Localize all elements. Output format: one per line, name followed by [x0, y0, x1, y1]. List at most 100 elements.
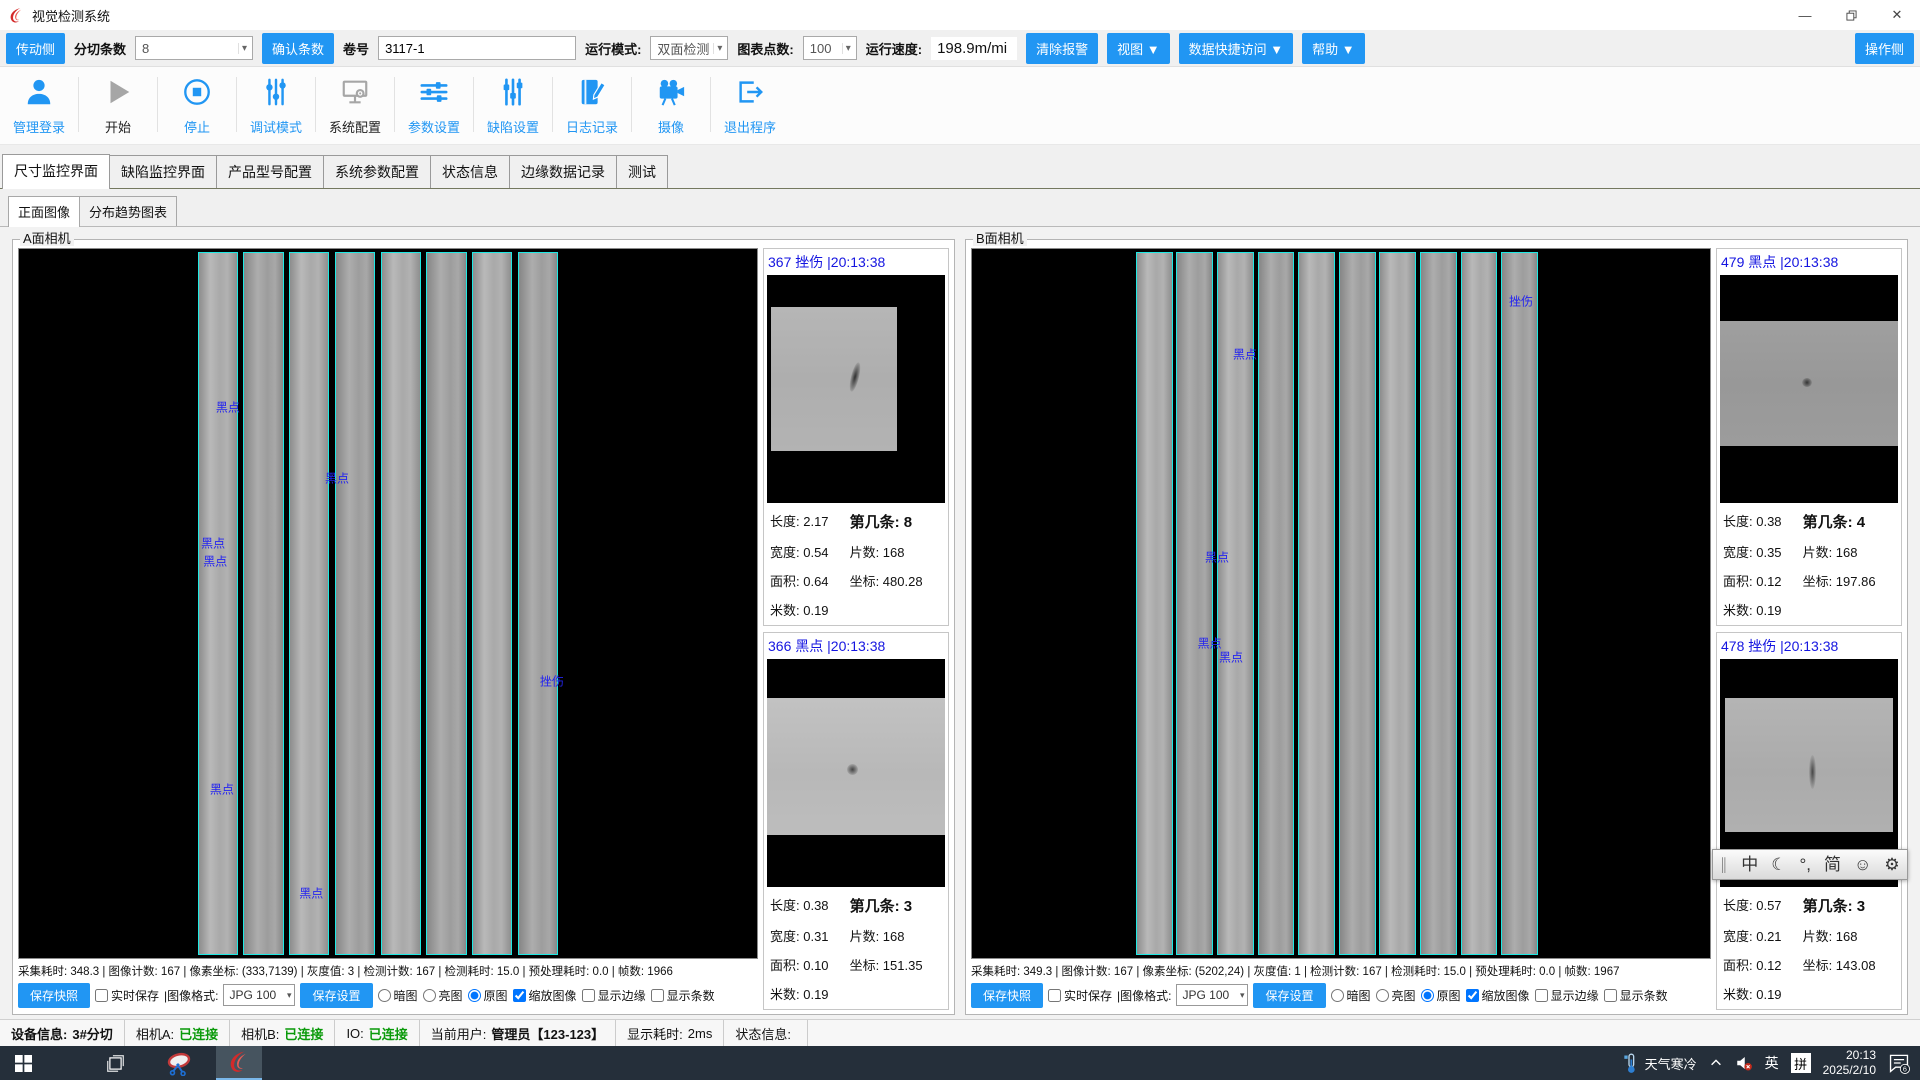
sub-tab-1[interactable]: 正面图像 [8, 196, 80, 227]
tool-defect-settings[interactable]: 缺陷设置 [476, 73, 550, 136]
speaker-muted-icon[interactable] [1735, 1054, 1753, 1072]
tool-stop[interactable]: 停止 [160, 73, 234, 136]
ime-chinese-mode-icon[interactable]: 中 [1741, 856, 1758, 873]
roll-number-input[interactable] [378, 36, 576, 60]
taskbar-clock[interactable]: 20:13 2025/2/10 [1823, 1048, 1876, 1078]
save-settings-button[interactable]: 保存设置 [300, 983, 372, 1008]
defect-snapshot-image[interactable] [767, 275, 945, 503]
tray-expand-icon[interactable] [1709, 1056, 1723, 1070]
defect-annotation: 黑点 [210, 781, 234, 798]
display-option-checkbox-3[interactable]: 显示条数 [1604, 987, 1668, 1004]
defect-stat: 第几条: 3 [1803, 895, 1896, 916]
realtime-save-checkbox-input[interactable] [1048, 989, 1061, 1002]
main-tab-7[interactable]: 测试 [616, 155, 668, 188]
defect-snapshot-image[interactable] [767, 659, 945, 887]
tool-debug-mode[interactable]: 调试模式 [239, 73, 313, 136]
notification-center-icon[interactable]: 6 [1888, 1052, 1910, 1074]
defect-stat: 长度: 0.57 [1723, 895, 1803, 916]
display-option-checkbox-input[interactable] [1466, 989, 1479, 1002]
ime-emoji-icon[interactable]: ☺ [1854, 856, 1871, 873]
display-option-checkbox-input[interactable] [582, 989, 595, 1002]
data-quick-access-button[interactable]: 数据快捷访问 ▼ [1179, 33, 1293, 64]
image-mode-radio-input[interactable] [423, 989, 436, 1002]
display-option-checkbox-1[interactable]: 缩放图像 [513, 987, 577, 1004]
image-mode-radio-input[interactable] [378, 989, 391, 1002]
realtime-save-checkbox[interactable]: 实时保存 [95, 987, 159, 1004]
tool-start[interactable]: 开始 [81, 73, 155, 136]
image-mode-radio-2[interactable]: 亮图 [423, 987, 463, 1004]
main-tab-4[interactable]: 系统参数配置 [323, 155, 431, 188]
main-tab-2[interactable]: 缺陷监控界面 [109, 155, 217, 188]
display-option-checkbox-2[interactable]: 显示边缘 [582, 987, 646, 1004]
ime-simplified-icon[interactable]: 简 [1824, 856, 1841, 873]
camera-live-image[interactable]: 黑点黑点黑点黑点挫伤黑点黑点 [18, 248, 758, 959]
image-mode-radio-1[interactable]: 暗图 [1331, 987, 1371, 1004]
display-option-checkbox-input[interactable] [651, 989, 664, 1002]
operate-side-button[interactable]: 操作侧 [1855, 33, 1914, 64]
toolbar-separator [315, 77, 316, 132]
status-segment: IO:已连接 [335, 1020, 419, 1046]
drive-side-button[interactable]: 传动侧 [6, 33, 65, 64]
main-tab-3[interactable]: 产品型号配置 [216, 155, 324, 188]
chevron-down-icon: ▾ [287, 990, 292, 1001]
confirm-count-button[interactable]: 确认条数 [262, 33, 334, 64]
slit-count-select[interactable]: 8▾ [135, 36, 253, 60]
image-mode-radio-3[interactable]: 原图 [1421, 987, 1461, 1004]
display-option-checkbox-input[interactable] [513, 989, 526, 1002]
start-button-icon[interactable] [0, 1046, 46, 1080]
image-mode-radio-input[interactable] [468, 989, 481, 1002]
ime-indicator[interactable]: 拼 [1791, 1053, 1811, 1073]
display-option-checkbox-3[interactable]: 显示条数 [651, 987, 715, 1004]
image-mode-radio-2[interactable]: 亮图 [1376, 987, 1416, 1004]
save-snapshot-button[interactable]: 保存快照 [971, 983, 1043, 1008]
image-mode-radio-input[interactable] [1421, 989, 1434, 1002]
camera-live-image[interactable]: 挫伤黑点黑点黑点黑点 [971, 248, 1711, 959]
defect-stat [850, 600, 943, 619]
ime-settings-icon[interactable]: ⚙ [1884, 856, 1899, 873]
save-settings-button[interactable]: 保存设置 [1253, 983, 1325, 1008]
chart-points-select[interactable]: 100▾ [803, 36, 857, 60]
display-option-checkbox-2[interactable]: 显示边缘 [1535, 987, 1599, 1004]
image-mode-radio-3[interactable]: 原图 [468, 987, 508, 1004]
run-speed-label: 运行速度: [866, 39, 922, 58]
close-icon[interactable]: ✕ [1874, 0, 1920, 30]
vision-app-taskbar-icon[interactable] [216, 1046, 262, 1080]
ime-halfmoon-shape-icon[interactable]: ☾ [1771, 856, 1786, 873]
help-menu-button[interactable]: 帮助 ▼ [1302, 33, 1364, 64]
image-mode-radio-input[interactable] [1376, 989, 1389, 1002]
tool-capture[interactable]: 摄像 [634, 73, 708, 136]
save-snapshot-button[interactable]: 保存快照 [18, 983, 90, 1008]
minimize-icon[interactable]: — [1782, 0, 1828, 30]
main-tab-5[interactable]: 状态信息 [430, 155, 510, 188]
display-option-checkbox-1[interactable]: 缩放图像 [1466, 987, 1530, 1004]
ime-drag-handle[interactable]: ║ [1719, 857, 1728, 872]
display-option-checkbox-input[interactable] [1535, 989, 1548, 1002]
ime-punctuation-icon[interactable]: °, [1799, 856, 1811, 873]
clear-alarm-button[interactable]: 清除报警 [1026, 33, 1098, 64]
tool-log[interactable]: 日志记录 [555, 73, 629, 136]
defect-annotation: 黑点 [325, 470, 349, 487]
weather-text: 天气寒冷 [1645, 1054, 1697, 1073]
view-menu-button[interactable]: 视图 ▼ [1107, 33, 1169, 64]
tool-system-config[interactable]: 系统配置 [318, 73, 392, 136]
restore-icon[interactable] [1828, 0, 1874, 30]
defect-snapshot-image[interactable] [1720, 275, 1898, 503]
tool-param-settings[interactable]: 参数设置 [397, 73, 471, 136]
snipping-tool-icon[interactable] [156, 1046, 202, 1080]
sub-tab-2[interactable]: 分布趋势图表 [79, 196, 177, 226]
image-mode-radio-input[interactable] [1331, 989, 1344, 1002]
task-view-icon[interactable] [92, 1046, 138, 1080]
realtime-save-checkbox-input[interactable] [95, 989, 108, 1002]
display-option-checkbox-input[interactable] [1604, 989, 1617, 1002]
tool-exit[interactable]: 退出程序 [713, 73, 787, 136]
image-format-select[interactable]: JPG 100▾ [1176, 984, 1248, 1006]
main-tab-1[interactable]: 尺寸监控界面 [2, 154, 110, 189]
weather-widget[interactable]: 天气寒冷 [1623, 1052, 1697, 1075]
run-mode-select[interactable]: 双面检测▾ [650, 36, 728, 60]
tool-login[interactable]: 管理登录 [2, 73, 76, 136]
image-mode-radio-1[interactable]: 暗图 [378, 987, 418, 1004]
language-indicator[interactable]: 英 [1765, 1053, 1779, 1073]
realtime-save-checkbox[interactable]: 实时保存 [1048, 987, 1112, 1004]
main-tab-6[interactable]: 边缘数据记录 [509, 155, 617, 188]
image-format-select[interactable]: JPG 100▾ [223, 984, 295, 1006]
